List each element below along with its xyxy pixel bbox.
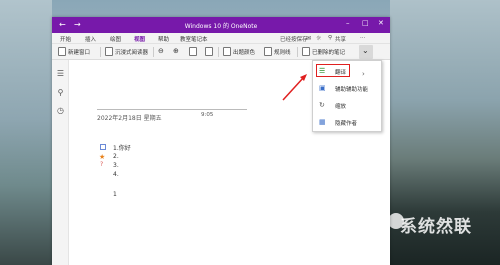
- notebooks-icon[interactable]: ☰: [56, 69, 65, 78]
- tab-help[interactable]: 帮助: [158, 35, 169, 43]
- rule-lines-icon: [264, 47, 272, 56]
- recent-notes-icon[interactable]: ◷: [56, 106, 65, 115]
- close-button[interactable]: ✕: [378, 19, 384, 27]
- ribbon-tab-bar: 开始 插入 绘图 视图 帮助 教室笔记本 已经按保存 ✉ ☼ ⚲ 共享 ···: [52, 33, 390, 45]
- share-icon[interactable]: ⚲: [328, 35, 332, 41]
- saved-status: 已经按保存: [280, 37, 308, 43]
- toolbar-separator: [100, 47, 101, 57]
- toolbar-separator: [153, 47, 154, 57]
- question-tag-icon: ?: [100, 161, 104, 168]
- lightbulb-icon[interactable]: ☼: [316, 35, 321, 42]
- navigation-rail: ☰ ⚲ ◷: [52, 60, 69, 265]
- accessibility-icon: ▣: [319, 84, 326, 92]
- menu-item-zoom[interactable]: ↻ 缩放: [313, 99, 381, 112]
- chevron-down-icon: ⌄: [362, 46, 369, 55]
- page-color-icon: [223, 47, 231, 56]
- watermark-text: 系统然联: [400, 217, 472, 237]
- toolbar-separator: [297, 47, 298, 57]
- page-color-button[interactable]: 出题颜色: [233, 48, 255, 56]
- list-item[interactable]: 2.: [113, 153, 119, 160]
- window-title: Windows 10 的 OneNote: [184, 23, 258, 30]
- maximize-button[interactable]: □: [362, 19, 369, 27]
- tab-draw[interactable]: 绘图: [110, 35, 121, 43]
- hide-authors-icon: ▦: [319, 118, 326, 126]
- more-options-dropdown: ☰ 翻译 › ▣ 辅助辅助功能 ↻ 缩放 ▦ 隐藏作者: [312, 60, 382, 132]
- title-bar: ← → Windows 10 的 OneNote – □ ✕: [52, 17, 390, 33]
- highlight-box: [316, 64, 350, 77]
- new-window-button[interactable]: 新建窗口: [68, 48, 90, 56]
- rule-lines-button[interactable]: 规则线: [274, 48, 291, 56]
- immersive-reader-button[interactable]: 沉浸式阅读器: [115, 48, 148, 56]
- ribbon-more-button[interactable]: ⌄: [359, 45, 373, 59]
- zoom-in-icon[interactable]: ⊕: [173, 47, 179, 55]
- desktop-background-left: [0, 0, 52, 265]
- tab-view[interactable]: 视图: [134, 35, 146, 45]
- view-toolbar: 新建窗口 沉浸式阅读器 ⊖ ⊕ 出题颜色 规则线 已删除的笔记 ⌄: [52, 44, 390, 60]
- deleted-notes-button[interactable]: 已删除的笔记: [312, 48, 345, 56]
- page-time: 9:05: [201, 112, 214, 118]
- tab-home[interactable]: 开始: [60, 35, 71, 43]
- immersive-reader-icon: [105, 47, 113, 56]
- zoom-out-icon[interactable]: ⊖: [158, 47, 164, 55]
- menu-item-hide-authors[interactable]: ▦ 隐藏作者: [313, 116, 381, 129]
- extra-line[interactable]: 1: [113, 191, 117, 198]
- page-date: 2022年2月18日 星期五: [97, 115, 162, 122]
- submenu-arrow-icon: ›: [362, 70, 365, 78]
- menu-item-label: 辅助辅助功能: [335, 87, 369, 93]
- new-window-icon: [58, 47, 66, 56]
- share-button[interactable]: 共享: [335, 35, 346, 43]
- onenote-window: ← → Windows 10 的 OneNote – □ ✕ 开始 插入 绘图 …: [52, 17, 390, 265]
- full-page-icon[interactable]: [205, 47, 213, 56]
- toolbar-separator: [218, 47, 219, 57]
- tab-insert[interactable]: 插入: [85, 35, 96, 43]
- menu-item-label: 隐藏作者: [335, 121, 358, 127]
- tab-class-notebook[interactable]: 教室笔记本: [180, 35, 208, 43]
- todo-checkbox[interactable]: [100, 144, 106, 150]
- page-width-icon[interactable]: [189, 47, 197, 56]
- minimize-button[interactable]: –: [346, 19, 350, 27]
- list-item[interactable]: 4.: [113, 171, 119, 178]
- title-underline: [97, 109, 247, 110]
- deleted-notes-icon: [302, 47, 310, 56]
- menu-item-accessibility[interactable]: ▣ 辅助辅助功能: [313, 82, 381, 95]
- list-item[interactable]: 1.你好: [113, 143, 131, 152]
- zoom-icon: ↻: [319, 101, 325, 109]
- more-options-button[interactable]: ···: [360, 35, 365, 41]
- list-item[interactable]: 3.: [113, 162, 119, 169]
- star-tag-icon: ★: [99, 153, 106, 161]
- menu-item-label: 缩放: [335, 104, 347, 110]
- search-icon[interactable]: ⚲: [56, 88, 65, 97]
- notification-bell-icon[interactable]: ✉: [306, 35, 311, 42]
